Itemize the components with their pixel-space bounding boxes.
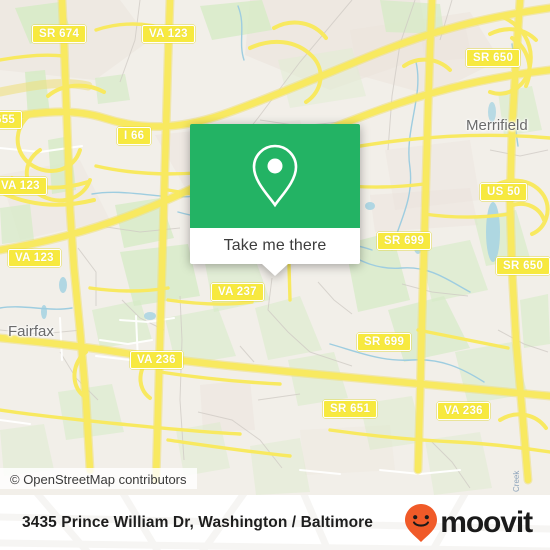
road-shield-655[interactable]: 655 [0, 111, 23, 129]
road-shield-sr-650-north[interactable]: SR 650 [466, 49, 521, 67]
moovit-pin-logo-icon [405, 503, 438, 542]
road-shield-va-123-southwest[interactable]: VA 123 [8, 249, 61, 267]
take-me-there-label: Take me there [223, 237, 327, 254]
place-label-merrifield: Merrifield [466, 117, 528, 134]
road-shield-us-50[interactable]: US 50 [480, 183, 528, 201]
moovit-wordmark: moovit [440, 505, 533, 539]
moovit-brand[interactable]: moovit [404, 503, 533, 543]
road-shield-sr-651[interactable]: SR 651 [323, 400, 378, 418]
footer-bar: 3435 Prince William Dr, Washington / Bal… [0, 495, 550, 550]
road-shield-va-237[interactable]: VA 237 [211, 283, 264, 301]
callout-pointer [262, 264, 288, 276]
destination-address: 3435 Prince William Dr, Washington / Bal… [22, 513, 374, 531]
road-shield-i-66[interactable]: I 66 [117, 127, 152, 145]
road-shield-va-236-west[interactable]: VA 236 [130, 351, 183, 369]
road-shield-va-236-east[interactable]: VA 236 [437, 402, 490, 420]
road-shield-sr-699-upper[interactable]: SR 699 [377, 232, 432, 250]
map-screen: .road-major { stroke:#f8e960; fill:none;… [0, 0, 550, 550]
road-shield-sr-674[interactable]: SR 674 [32, 25, 87, 43]
destination-callout-card[interactable]: Take me there [190, 124, 360, 276]
map-canvas[interactable]: .road-major { stroke:#f8e960; fill:none;… [0, 0, 550, 495]
callout-action-bar[interactable]: Take me there [190, 228, 360, 276]
road-shield-sr-699-lower[interactable]: SR 699 [357, 333, 412, 351]
map-attribution[interactable]: © OpenStreetMap contributors [0, 468, 197, 489]
location-pin-icon [252, 144, 298, 208]
road-shield-va-123-north[interactable]: VA 123 [142, 25, 195, 43]
place-label-fairfax: Fairfax [8, 323, 54, 340]
road-shield-va-123-west[interactable]: VA 123 [0, 177, 47, 195]
creek-label: Creek [512, 470, 521, 492]
callout-pin-panel [190, 124, 360, 228]
road-shield-sr-650-east[interactable]: SR 650 [496, 257, 550, 275]
